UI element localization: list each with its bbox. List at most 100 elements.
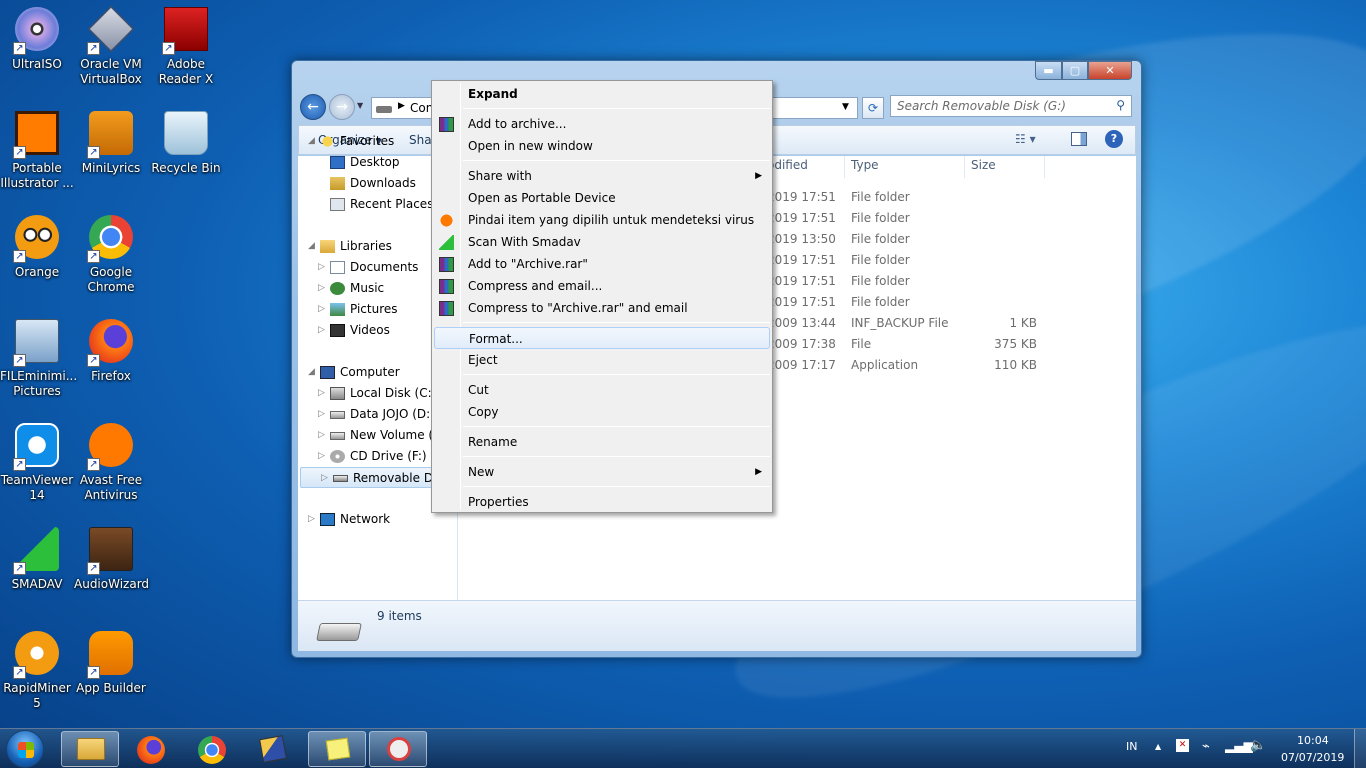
- back-button[interactable]: ←: [300, 94, 326, 120]
- menu-item-add-to-archive-rar[interactable]: Add to "Archive.rar": [434, 253, 770, 275]
- menu-separator: [463, 322, 770, 323]
- desktop-icon-illustrator[interactable]: ↗ Portable Illustrator ...: [0, 109, 74, 191]
- start-orb-icon[interactable]: [6, 730, 44, 768]
- nav-item-label: CD Drive (F:): [350, 449, 427, 463]
- clock-time[interactable]: 10:04: [1297, 734, 1329, 747]
- expand-arrow-icon[interactable]: ▷: [318, 425, 325, 446]
- taskbar-firefox[interactable]: [122, 731, 180, 767]
- desktop-icon-orange-app[interactable]: ↗ Orange: [0, 213, 74, 280]
- column-divider[interactable]: [1044, 156, 1045, 178]
- volume-icon[interactable]: 🔈: [1250, 738, 1266, 753]
- desktop-icon-recycle-bin[interactable]: Recycle Bin: [149, 109, 223, 176]
- forward-button[interactable]: →: [329, 94, 355, 120]
- taskbar-sticky-notes[interactable]: [308, 731, 366, 767]
- maximize-button[interactable]: ▢: [1062, 61, 1088, 80]
- menu-item-expand[interactable]: Expand: [434, 83, 770, 105]
- menu-item-share-with[interactable]: Share with ▶: [434, 165, 770, 187]
- collapse-arrow-icon[interactable]: ◢: [308, 362, 315, 383]
- desktop-icon-firefox[interactable]: ↗ Firefox: [74, 317, 148, 384]
- desktop-icon-minilyrics[interactable]: ↗ MiniLyrics: [74, 109, 148, 176]
- menu-item-compress-to-archive-rar-and-email[interactable]: Compress to "Archive.rar" and email: [434, 297, 770, 319]
- expand-arrow-icon[interactable]: ▷: [318, 320, 325, 341]
- shortcut-arrow-icon: ↗: [87, 666, 100, 679]
- shortcut-arrow-icon: ↗: [13, 250, 26, 263]
- power-plug-icon[interactable]: ⌁: [1202, 739, 1210, 754]
- menu-item-rename[interactable]: Rename: [434, 431, 770, 453]
- expand-arrow-icon[interactable]: ▷: [318, 257, 325, 278]
- desktop-icon-label: UltraISO: [12, 57, 62, 71]
- desktop-icon-teamviewer[interactable]: ↗ TeamViewer 14: [0, 421, 74, 503]
- desktop-icon-ultraiso-disc[interactable]: ↗ UltraISO: [0, 5, 74, 72]
- refresh-button[interactable]: ⟳: [862, 97, 884, 119]
- menu-item-scan-with-smadav[interactable]: Scan With Smadav: [434, 231, 770, 253]
- column-divider[interactable]: [844, 156, 845, 178]
- submenu-arrow-icon: ▶: [755, 467, 762, 477]
- teamviewer-icon: ↗: [13, 423, 61, 471]
- desktop-icon-label: App Builder: [76, 681, 146, 695]
- history-dropdown[interactable]: ▼: [357, 101, 363, 110]
- search-placeholder: Search Removable Disk (G:): [897, 99, 1066, 113]
- signal-bars-icon[interactable]: ▂▄▆: [1225, 739, 1253, 753]
- winrar-icon: [439, 117, 454, 132]
- expand-arrow-icon[interactable]: ▷: [318, 299, 325, 320]
- desktop-icon-virtualbox[interactable]: ↗ Oracle VM VirtualBox: [74, 5, 148, 87]
- desktop-icon-app-builder[interactable]: ↗ App Builder: [74, 629, 148, 696]
- show-hidden-icons[interactable]: ▲: [1155, 742, 1161, 751]
- preview-pane-icon[interactable]: [1071, 132, 1087, 146]
- collapse-arrow-icon[interactable]: ◢: [308, 131, 315, 152]
- desktop-icon-adobe-reader[interactable]: ↗ Adobe Reader X: [149, 5, 223, 87]
- column-size[interactable]: Size: [971, 158, 996, 172]
- language-indicator[interactable]: IN: [1126, 740, 1137, 753]
- minimize-button[interactable]: ▬: [1035, 61, 1062, 80]
- desktop-icon-fileminimizer[interactable]: ↗ FILEminimi... Pictures: [0, 317, 78, 399]
- menu-item-open-in-new-window[interactable]: Open in new window: [434, 135, 770, 157]
- address-dropdown-icon[interactable]: ▼: [842, 102, 849, 112]
- menu-item-new[interactable]: New ▶: [434, 461, 770, 483]
- help-icon[interactable]: ?: [1105, 130, 1123, 148]
- menu-item-properties[interactable]: Properties: [434, 491, 770, 513]
- winrar-icon: [439, 257, 454, 272]
- search-input[interactable]: Search Removable Disk (G:) ⚲: [890, 95, 1132, 117]
- show-desktop-button[interactable]: [1354, 729, 1366, 768]
- column-type[interactable]: Type: [851, 158, 879, 172]
- collapse-arrow-icon[interactable]: ◢: [308, 236, 315, 257]
- close-button[interactable]: ✕: [1088, 61, 1132, 80]
- nav-item-label: Network: [340, 512, 391, 526]
- taskbar-network-tool[interactable]: [244, 731, 302, 767]
- column-date-modified[interactable]: odified: [767, 158, 808, 172]
- desktop-icon-avast[interactable]: ↗ Avast Free Antivirus: [74, 421, 148, 503]
- menu-item-eject[interactable]: Eject: [434, 349, 770, 371]
- menu-item-format[interactable]: Format...: [434, 327, 770, 349]
- menu-item-add-to-archive[interactable]: Add to archive...: [434, 113, 770, 135]
- desktop-icon-rapidminer[interactable]: ↗ RapidMiner 5: [0, 629, 74, 711]
- menu-item-label: Cut: [468, 383, 489, 397]
- expand-arrow-icon[interactable]: ▷: [318, 278, 325, 299]
- desktop-icon-chrome[interactable]: ↗ Google Chrome: [74, 213, 148, 295]
- taskbar-explorer[interactable]: [61, 731, 119, 767]
- view-options-icon[interactable]: ☷ ▾: [1015, 132, 1036, 146]
- expand-arrow-icon[interactable]: ▷: [318, 383, 325, 404]
- winrar-icon: [439, 301, 454, 316]
- expand-arrow-icon[interactable]: ▷: [308, 509, 315, 530]
- menu-item-pindai-item-yang-dipilih-untuk-mendeteksi-virus[interactable]: Pindai item yang dipilih untuk mendeteks…: [434, 209, 770, 231]
- menu-item-label: Add to archive...: [468, 117, 567, 131]
- cell-type: File folder: [851, 295, 910, 309]
- clock-date[interactable]: 07/07/2019: [1281, 751, 1344, 764]
- taskbar-chrome[interactable]: [183, 731, 241, 767]
- menu-item-compress-and-email[interactable]: Compress and email...: [434, 275, 770, 297]
- cell-type: File folder: [851, 211, 910, 225]
- taskbar-snipping-tool[interactable]: [369, 731, 427, 767]
- desktop-icon-audiowizard[interactable]: ↗ AudioWizard: [74, 525, 149, 592]
- expand-arrow-icon[interactable]: ▷: [318, 446, 325, 467]
- cd-drive-icon: [330, 450, 345, 463]
- desktop-icon-label: FILEminimi... Pictures: [0, 369, 78, 398]
- menu-item-copy[interactable]: Copy: [434, 401, 770, 423]
- action-center-icon[interactable]: ✕: [1176, 739, 1189, 752]
- desktop-icon-smadav[interactable]: ↗ SMADAV: [0, 525, 74, 592]
- shortcut-arrow-icon: ↗: [87, 354, 100, 367]
- expand-arrow-icon[interactable]: ▷: [321, 468, 328, 489]
- column-divider[interactable]: [964, 156, 965, 178]
- menu-item-cut[interactable]: Cut: [434, 379, 770, 401]
- menu-item-open-as-portable-device[interactable]: Open as Portable Device: [434, 187, 770, 209]
- expand-arrow-icon[interactable]: ▷: [318, 404, 325, 425]
